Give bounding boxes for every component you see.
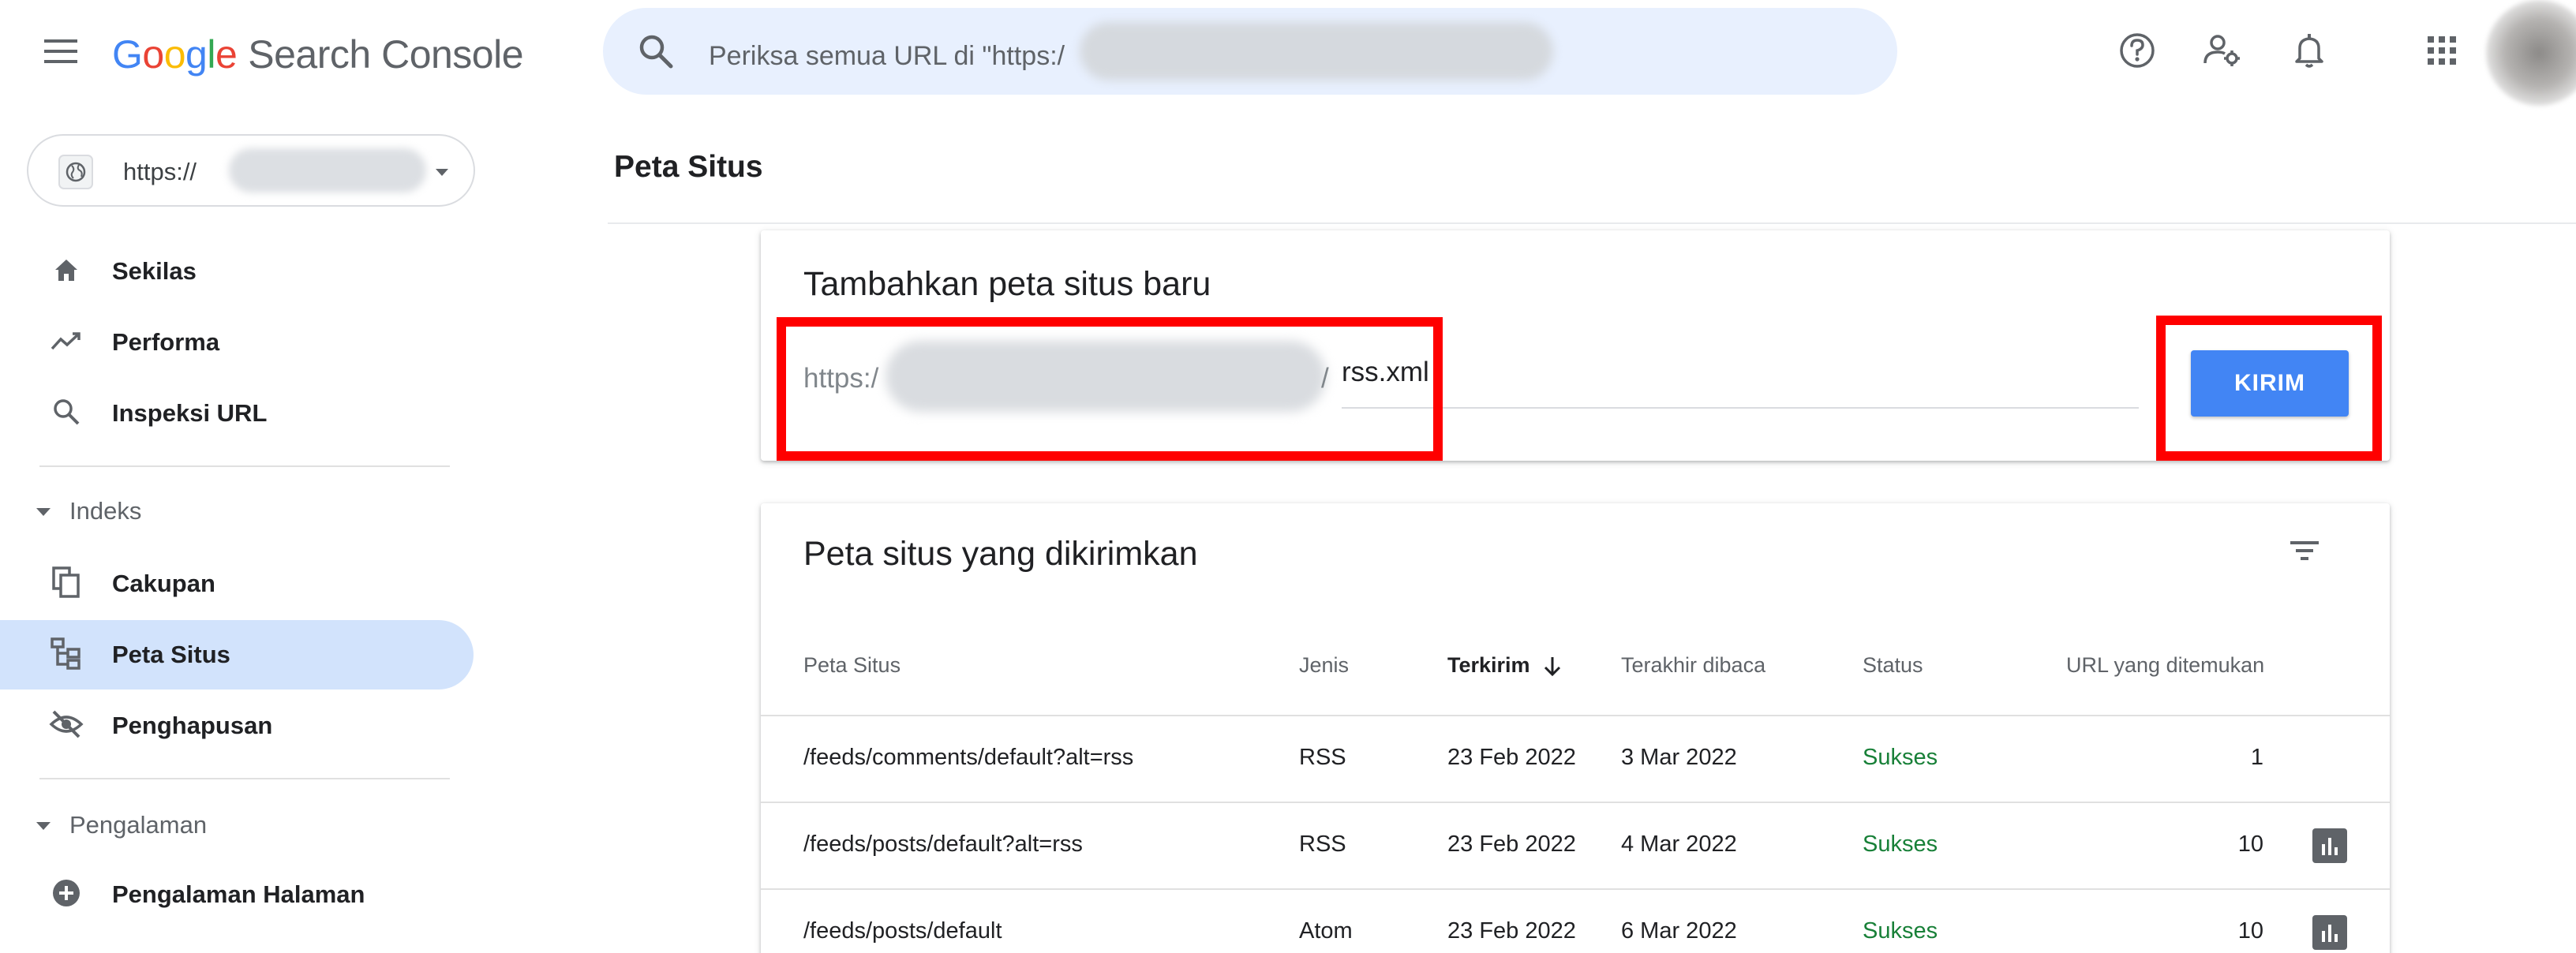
cell-last-read: 6 Mar 2022 [1621,918,1737,944]
column-header-sitemap[interactable]: Peta Situs [803,653,900,678]
home-icon [49,252,84,287]
help-icon[interactable] [2115,28,2159,73]
sidebar-item-url-inspection[interactable]: Inspeksi URL [0,379,474,448]
input-underline [1342,407,2139,409]
column-header-last-read[interactable]: Terakhir dibaca [1621,653,1765,678]
highlight-annotation-url [777,317,1443,461]
page-title: Peta Situs [614,150,763,184]
sidebar-item-performance[interactable]: Performa [0,308,474,377]
cell-sitemap: /feeds/posts/default [803,918,1002,944]
sidebar-item-label: Peta Situs [112,641,230,668]
search-input[interactable]: Periksa semua URL di "https:/ [709,41,1065,72]
section-label: Indeks [69,497,142,525]
column-header-status[interactable]: Status [1863,653,1923,678]
add-sitemap-card: Tambahkan peta situs baru https:/ / rss.… [761,230,2390,461]
sidebar-item-label: Performa [112,328,220,356]
cell-last-read: 4 Mar 2022 [1621,832,1737,857]
cell-sitemap: /feeds/posts/default?alt=rss [803,832,1083,857]
cell-type: Atom [1299,918,1353,944]
sidebar-item-page-experience[interactable]: Pengalaman Halaman [0,860,474,929]
section-label: Pengalaman [69,811,208,839]
card-title: Tambahkan peta situs baru [803,265,1211,303]
cell-discovered-urls: 1 [2250,745,2263,770]
sidebar-item-label: Penghapusan [112,712,273,739]
search-icon [49,394,84,429]
table-row[interactable]: /feeds/posts/default?alt=rss RSS 23 Feb … [761,802,2390,887]
product-name: Search Console [248,32,524,77]
sitemap-report-chart-icon[interactable] [2312,828,2347,863]
table-row[interactable]: /feeds/posts/default Atom 23 Feb 2022 6 … [761,888,2390,953]
caret-down-icon [35,820,52,832]
sidebar-divider [39,465,450,467]
sidebar-divider [39,778,450,779]
globe-icon [58,155,93,189]
sidebar-item-label: Cakupan [112,570,215,597]
cell-status: Sukses [1863,918,1938,944]
caret-down-icon [35,506,52,518]
header-divider [608,222,2576,224]
cell-discovered-urls: 10 [2237,832,2263,857]
property-selector[interactable]: https:// [27,134,475,207]
sidebar-item-label: Pengalaman Halaman [112,880,365,908]
copy-icon [49,565,84,600]
trending-up-icon [49,323,84,358]
card-title: Peta situs yang dikirimkan [803,535,1198,573]
sitemap-report-chart-icon[interactable] [2312,915,2347,950]
cell-type: RSS [1299,745,1346,770]
account-avatar[interactable] [2486,0,2576,106]
column-header-discovered-urls[interactable]: URL yang ditemukan [2066,653,2264,678]
google-search-console-logo[interactable]: Google Search Console [112,32,524,77]
cell-last-read: 3 Mar 2022 [1621,745,1737,770]
sort-arrow-down-icon[interactable] [1543,656,1562,678]
cell-status: Sukses [1863,745,1938,770]
cell-status: Sukses [1863,832,1938,857]
redacted-property-blur [229,148,426,192]
cell-sitemap: /feeds/comments/default?alt=rss [803,745,1134,770]
property-url: https:// [123,158,197,185]
cell-submitted: 23 Feb 2022 [1447,832,1576,857]
sidebar-item-overview[interactable]: Sekilas [0,237,474,306]
top-bar: Google Search Console Periksa semua URL d… [0,0,2576,110]
main-menu-icon[interactable] [41,35,85,69]
filter-icon[interactable] [2287,533,2322,568]
column-header-submitted[interactable]: Terkirim [1447,653,1562,678]
visibility-off-icon [49,707,84,742]
notifications-bell-icon[interactable] [2287,28,2331,73]
sitemap-icon [49,636,84,671]
url-inspection-search-bar[interactable]: Periksa semua URL di "https:/ [603,8,1897,95]
redacted-url-blur [1080,22,1553,80]
sidebar-item-removals[interactable]: Penghapusan [0,691,474,761]
sidebar-item-label: Sekilas [112,257,197,285]
cell-submitted: 23 Feb 2022 [1447,745,1576,770]
cell-submitted: 23 Feb 2022 [1447,918,1576,944]
google-apps-grid-icon[interactable] [2420,28,2464,73]
cell-type: RSS [1299,832,1346,857]
submit-button[interactable]: KIRIM [2191,350,2349,417]
manage-users-icon[interactable] [2200,28,2245,73]
table-row[interactable]: /feeds/comments/default?alt=rss RSS 23 F… [761,715,2390,800]
chevron-down-icon[interactable] [432,163,451,181]
cell-discovered-urls: 10 [2237,918,2263,944]
column-header-type[interactable]: Jenis [1299,653,1349,678]
sidebar-item-coverage[interactable]: Cakupan [0,549,474,619]
sidebar-item-sitemaps[interactable]: Peta Situs [0,620,474,690]
add-circle-icon [49,876,84,910]
search-icon[interactable] [636,32,676,71]
sidebar-item-label: Inspeksi URL [112,399,268,427]
submitted-sitemaps-card: Peta situs yang dikirimkan Peta Situs Je… [761,503,2390,953]
